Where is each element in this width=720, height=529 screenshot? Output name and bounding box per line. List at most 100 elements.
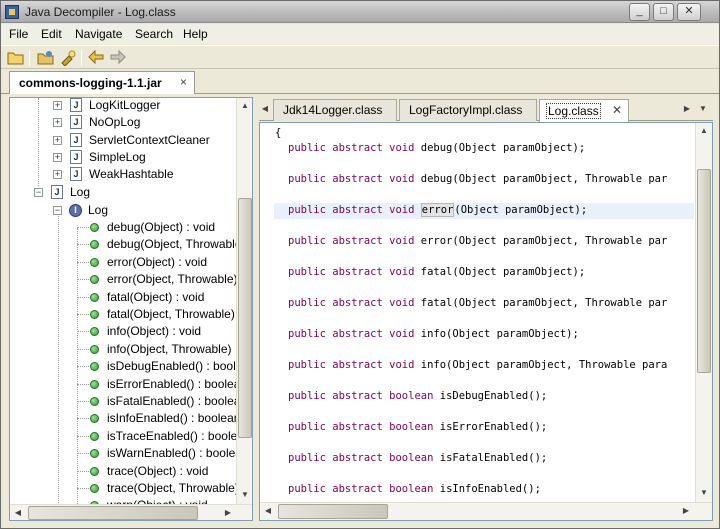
collapse-icon[interactable]: −: [53, 206, 62, 215]
tree-guide: [77, 470, 89, 472]
expand-icon[interactable]: +: [53, 170, 62, 180]
public-method-icon: [90, 397, 99, 406]
code-signature: fatal(Object paramObject);: [414, 266, 586, 278]
tab-list-icon[interactable]: ▼: [697, 101, 709, 117]
tree-node-label: LogKitLogger: [89, 98, 161, 112]
tree-node-label: isFatalEnabled() : boolean: [107, 394, 248, 408]
code-vertical-scrollbar[interactable]: ▲ ▼: [695, 123, 712, 502]
tree-scroll-thumb[interactable]: [238, 198, 252, 438]
code-modifiers: public abstract: [288, 142, 383, 154]
code-editor[interactable]: { public abstract void debug(Object para…: [259, 122, 713, 521]
menu-edit-label: Edit: [41, 27, 62, 41]
app-window: Java Decompiler - Log.class _ □ ✕ File E…: [0, 0, 720, 529]
scroll-left-arrow-icon[interactable]: ◀: [10, 505, 26, 520]
code-modifiers: public abstract: [288, 483, 383, 495]
tree-guide: [38, 98, 39, 186]
expand-icon[interactable]: +: [53, 101, 62, 110]
code-return-type: void: [389, 204, 415, 216]
maximize-button[interactable]: □: [653, 3, 674, 21]
public-method-icon: [90, 431, 99, 441]
folder-open-icon: [7, 52, 24, 65]
tab-logfactoryimpl[interactable]: LogFactoryImpl.class: [399, 99, 537, 121]
tree-vertical-scrollbar[interactable]: ▲ ▼: [236, 98, 252, 504]
jar-tab[interactable]: commons-logging-1.1.jar ×: [9, 71, 195, 94]
tree-guide: [77, 314, 89, 315]
app-icon: [5, 5, 19, 19]
code-line[interactable]: public abstract boolean isFatalEnabled()…: [288, 452, 547, 464]
search-type-button[interactable]: [59, 49, 77, 67]
code-line[interactable]: public abstract void debug(Object paramO…: [288, 173, 667, 185]
expand-icon[interactable]: +: [53, 152, 62, 162]
scroll-up-arrow-icon[interactable]: ▲: [696, 123, 712, 139]
tab-jdk14logger[interactable]: Jdk14Logger.class: [273, 99, 397, 121]
code-line[interactable]: public abstract void error(Object paramO…: [288, 203, 587, 217]
tree-node-label: isDebugEnabled() : boole: [107, 359, 243, 374]
menu-help[interactable]: Help: [183, 27, 208, 41]
code-line[interactable]: public abstract boolean isInfoEnabled();: [288, 483, 541, 495]
code-line[interactable]: public abstract boolean isDebugEnabled()…: [288, 390, 547, 402]
public-method-icon: [90, 223, 99, 232]
scroll-right-arrow-icon[interactable]: ▶: [678, 503, 694, 519]
tree-guide: [77, 435, 89, 437]
back-button[interactable]: [87, 49, 105, 66]
close-button[interactable]: ✕: [677, 3, 701, 21]
tree-node-label: trace(Object) : void: [107, 463, 209, 478]
expand-icon[interactable]: +: [53, 135, 62, 145]
minimize-button[interactable]: _: [629, 3, 650, 21]
scroll-up-arrow-icon[interactable]: ▲: [237, 98, 252, 114]
tab-label: Jdk14Logger.class: [283, 103, 383, 117]
code-signature: info(Object paramObject);: [414, 328, 579, 340]
file-tab-bar: commons-logging-1.1.jar ×: [1, 70, 719, 94]
tree-node-label: isInfoEnabled() : boolean: [107, 411, 241, 426]
jar-tab-close-icon[interactable]: ×: [180, 75, 187, 89]
toolbar-separator: [81, 50, 82, 66]
code-return-type: void: [389, 297, 415, 309]
menu-edit[interactable]: Edit: [41, 27, 62, 41]
code-hscroll-thumb[interactable]: [278, 504, 388, 519]
scroll-down-arrow-icon[interactable]: ▼: [696, 485, 712, 501]
tree-horizontal-scrollbar[interactable]: ◀ ▶: [10, 504, 252, 520]
java-file-icon: J: [70, 132, 82, 147]
code-line[interactable]: public abstract void info(Object paramOb…: [288, 359, 667, 371]
public-method-icon: [90, 449, 99, 459]
code-line[interactable]: public abstract void info(Object paramOb…: [288, 328, 579, 340]
code-line[interactable]: public abstract void debug(Object paramO…: [288, 142, 585, 154]
code-horizontal-scrollbar[interactable]: ◀ ▶: [260, 502, 712, 520]
tree-guide: [58, 213, 59, 513]
expand-icon[interactable]: +: [53, 118, 62, 128]
code-return-type: void: [389, 142, 415, 154]
title-bar[interactable]: Java Decompiler - Log.class _ □ ✕: [1, 1, 719, 23]
code-line[interactable]: public abstract void error(Object paramO…: [288, 235, 667, 247]
code-modifiers: public abstract: [288, 204, 383, 216]
menu-file[interactable]: File: [9, 27, 28, 41]
menu-search[interactable]: Search: [135, 27, 173, 41]
menu-bar: File Edit Navigate Search Help: [1, 24, 719, 44]
package-tree[interactable]: + J LogKitLogger + J NoOpLog + J ServletContextC…: [9, 97, 253, 521]
tab-log-class[interactable]: Log.class ✕: [539, 99, 629, 122]
code-selected-word[interactable]: error: [420, 203, 455, 217]
tab-scroll-right-icon[interactable]: ▶: [681, 101, 693, 117]
scroll-right-arrow-icon[interactable]: ▶: [220, 505, 236, 520]
scroll-left-arrow-icon[interactable]: ◀: [260, 503, 276, 519]
tab-close-icon[interactable]: ✕: [612, 103, 622, 117]
open-file-button[interactable]: [7, 49, 25, 66]
tree-node-label: ServletContextCleaner: [89, 132, 210, 147]
code-line[interactable]: public abstract void fatal(Object paramO…: [288, 266, 585, 278]
menu-file-label: File: [9, 27, 29, 41]
open-type-button[interactable]: [37, 49, 55, 66]
code-modifiers: public abstract: [288, 328, 383, 340]
interface-icon: I: [69, 204, 82, 217]
tree-hscroll-thumb[interactable]: [28, 506, 198, 520]
code-signature: error(Object paramObject, Throwable par: [414, 235, 668, 247]
menu-navigate[interactable]: Navigate: [75, 27, 122, 41]
scroll-down-arrow-icon[interactable]: ▼: [237, 487, 252, 503]
tab-scroll-left-icon[interactable]: ◀: [259, 101, 271, 117]
code-line[interactable]: public abstract void fatal(Object paramO…: [288, 297, 667, 309]
code-line[interactable]: public abstract boolean isErrorEnabled()…: [288, 421, 547, 433]
tree-guide: [77, 488, 89, 489]
forward-button[interactable]: [109, 49, 127, 66]
code-return-type: boolean: [389, 452, 434, 464]
collapse-icon[interactable]: −: [34, 188, 43, 197]
tree-guide: [77, 418, 89, 420]
code-scroll-thumb[interactable]: [697, 169, 711, 373]
